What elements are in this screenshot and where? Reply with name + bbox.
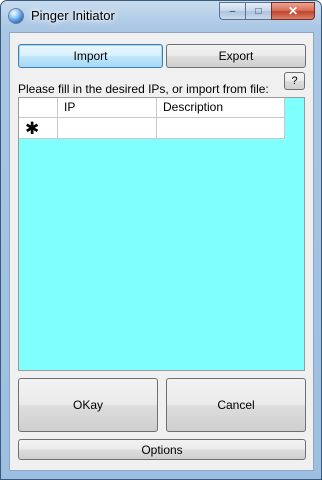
options-button[interactable]: Options	[18, 439, 306, 460]
title-bar[interactable]: Pinger Initiator – □ ✕	[1, 1, 321, 31]
export-button[interactable]: Export	[166, 44, 306, 68]
column-header-description[interactable]: Description	[157, 98, 285, 118]
help-button[interactable]: ?	[284, 72, 305, 90]
ip-grid[interactable]: IP Description ✱	[18, 97, 305, 371]
maximize-button[interactable]: □	[245, 2, 271, 20]
ok-button[interactable]: OKay	[18, 378, 158, 432]
description-cell-new-row[interactable]	[157, 118, 285, 139]
client-area: Import Export ? Please fill in the desir…	[9, 32, 314, 471]
instruction-label: Please fill in the desired IPs, or impor…	[18, 82, 269, 96]
minimize-button[interactable]: –	[219, 2, 245, 20]
import-button[interactable]: Import	[18, 44, 163, 68]
row-header-corner	[19, 98, 58, 118]
column-header-ip[interactable]: IP	[58, 98, 157, 118]
ip-cell-new-row[interactable]	[58, 118, 157, 139]
globe-icon	[9, 9, 23, 23]
new-row-marker: ✱	[19, 118, 58, 139]
caption-buttons: – □ ✕	[219, 2, 315, 21]
window-title: Pinger Initiator	[31, 8, 115, 23]
cancel-button[interactable]: Cancel	[166, 378, 306, 432]
close-button[interactable]: ✕	[271, 2, 315, 20]
main-window: Pinger Initiator – □ ✕ Import Export ? P…	[0, 0, 322, 480]
